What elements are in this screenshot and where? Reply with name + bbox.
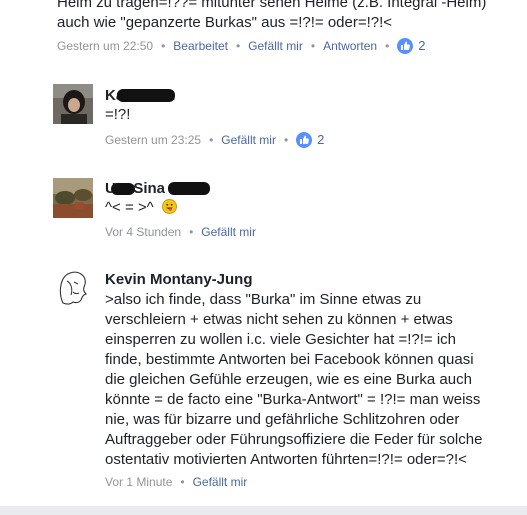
comment-text-line: könnte = de facto eine "Burka-Antwort" =… xyxy=(105,391,481,408)
grinning-tongue-emoji-icon xyxy=(161,199,177,214)
timestamp[interactable]: Gestern um 22:50 xyxy=(57,38,153,54)
reply-button[interactable]: Antworten xyxy=(323,38,377,54)
comment-text: ^< = >^ xyxy=(105,198,177,218)
comment-text: =!?! xyxy=(105,106,131,123)
like-button[interactable]: Gefällt mir xyxy=(201,224,256,240)
separator-dot: • xyxy=(189,225,194,239)
comment-text-line: einsperren zu wollen i.c. viele Gesichte… xyxy=(105,331,457,348)
separator-dot: • xyxy=(310,39,316,53)
comment-meta: Vor 4 Stunden • Gefällt mir xyxy=(105,224,256,240)
avatar[interactable] xyxy=(53,178,93,218)
comment-text-line: verschleiern + etwas nicht sehen zu könn… xyxy=(105,311,453,328)
comment-meta: Vor 1 Minute • Gefällt mir xyxy=(105,474,247,490)
comment-meta: Gestern um 22:50 • Bearbeitet • Gefällt … xyxy=(57,38,426,54)
avatar[interactable] xyxy=(53,84,93,124)
separator-dot: • xyxy=(161,39,166,53)
comment-text-line: Heim zu tragen=!??= mitunter sehen Heime… xyxy=(57,0,487,11)
comment-text-line: die gleichen Gefühle erzeugen, wie es ei… xyxy=(105,371,472,388)
comment-text-line: >also ich finde, dass "Burka" im Sinne e… xyxy=(105,291,422,308)
edited-link[interactable]: Bearbeitet xyxy=(173,38,228,54)
separator-dot: • xyxy=(235,39,241,53)
like-button[interactable]: Gefällt mir xyxy=(221,132,276,148)
comment-text-line: nie, was für bizarre und gefährliche Sch… xyxy=(105,411,460,428)
separator-dot: • xyxy=(385,39,390,53)
comment-meta: Gestern um 23:25 • Gefällt mir • 2 xyxy=(105,132,324,148)
like-count: 2 xyxy=(418,38,426,53)
thumbs-up-icon xyxy=(397,38,414,54)
like-count-badge[interactable]: 2 xyxy=(397,38,426,54)
thumbs-up-icon xyxy=(296,132,313,148)
comment-text-line: auch wie "gepanzerte Burkas" aus =!?!= o… xyxy=(57,14,393,31)
like-button[interactable]: Gefällt mir xyxy=(248,38,303,54)
separator-dot: • xyxy=(180,475,185,489)
comment-text-line: ostentativ motivierten Antworten führten… xyxy=(105,451,467,468)
timestamp[interactable]: Vor 4 Stunden xyxy=(105,224,181,240)
like-count: 2 xyxy=(317,132,325,147)
separator-dot: • xyxy=(209,133,214,147)
like-button[interactable]: Gefällt mir xyxy=(193,474,248,490)
timestamp[interactable]: Gestern um 23:25 xyxy=(105,132,201,148)
comment-text-line: finde, bestimmte Antworten bei Facebook … xyxy=(105,351,474,368)
separator-dot: • xyxy=(283,133,289,147)
redaction-scribble xyxy=(168,182,210,195)
like-count-badge[interactable]: 2 xyxy=(296,132,324,148)
redaction-scribble xyxy=(111,183,135,195)
comment-author[interactable]: Kevin Montany-Jung xyxy=(105,271,253,288)
comment-text-line: Auftraggeber oder Führungsoffiziere die … xyxy=(105,431,483,448)
bottom-divider xyxy=(0,506,527,515)
avatar[interactable] xyxy=(53,267,93,307)
comment-text-content: ^< = >^ xyxy=(105,199,154,216)
redaction-scribble xyxy=(117,89,175,102)
timestamp[interactable]: Vor 1 Minute xyxy=(105,474,172,490)
